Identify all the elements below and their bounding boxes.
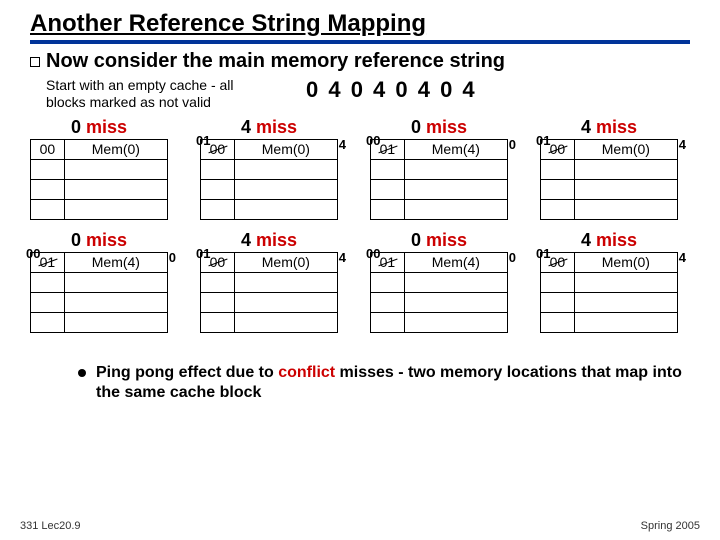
cache-table: 01 Mem(4) (370, 139, 508, 220)
cache-block: 0 miss 00 0 01 Mem(4) (370, 252, 508, 333)
cache-block: 0 miss 00 0 01 Mem(4) (370, 139, 508, 220)
miss-label: miss (256, 117, 297, 137)
new-tag-ann: 01 (196, 246, 210, 261)
data-cell: Mem(4) (404, 252, 507, 272)
cache-header: 0 miss (30, 230, 168, 251)
sub-line: Start with an empty cache - all blocks m… (46, 77, 276, 111)
cache-block: 0 miss 00 Mem(0) (30, 139, 168, 220)
cache-header: 4 miss (200, 117, 338, 138)
new-idx-ann: 4 (339, 137, 346, 152)
new-idx-ann: 4 (679, 250, 686, 265)
cache-block: 4 miss 01 4 00 Mem(0) (200, 139, 338, 220)
cache-table: 00 Mem(0) (540, 139, 678, 220)
new-tag-ann: 01 (196, 133, 210, 148)
access-num: 4 (241, 117, 251, 137)
cache-table: 01 Mem(4) (370, 252, 508, 333)
tag-cell: 00 (31, 139, 65, 159)
new-idx-ann: 0 (509, 137, 516, 152)
cache-table: 01 Mem(4) (30, 252, 168, 333)
cache-header: 0 miss (30, 117, 168, 138)
cache-block: 4 miss 01 4 00 Mem(0) (540, 252, 678, 333)
cache-block: 0 miss 00 0 01 Mem(4) (30, 252, 168, 333)
cache-table: 00 Mem(0) (200, 252, 338, 333)
cache-row-b: 0 miss 00 0 01 Mem(4) 4 miss 01 4 00 (30, 252, 690, 333)
cache-table: 00 Mem(0) (30, 139, 168, 220)
new-tag-ann: 00 (366, 133, 380, 148)
cache-header: 0 miss (370, 117, 508, 138)
miss-label: miss (86, 117, 127, 137)
new-idx-ann: 0 (509, 250, 516, 265)
main-line: Now consider the main memory reference s… (46, 50, 505, 73)
data-cell: Mem(0) (234, 139, 337, 159)
access-num: 4 (581, 117, 591, 137)
slide-footer: 331 Lec20.9 Spring 2005 (20, 520, 700, 532)
miss-label: miss (256, 230, 297, 250)
access-num: 4 (581, 230, 591, 250)
new-idx-ann: 0 (169, 250, 176, 265)
new-tag-ann: 01 (536, 246, 550, 261)
miss-label: miss (596, 230, 637, 250)
reference-string: 0 4 0 4 0 4 0 4 (306, 77, 477, 103)
new-tag-ann: 01 (536, 133, 550, 148)
new-idx-ann: 4 (339, 250, 346, 265)
new-tag-ann: 00 (366, 246, 380, 261)
access-num: 0 (71, 117, 81, 137)
access-num: 0 (411, 230, 421, 250)
footer-left: 331 Lec20.9 (20, 520, 81, 532)
slide-title: Another Reference String Mapping (30, 10, 690, 44)
access-num: 0 (411, 117, 421, 137)
cache-header: 4 miss (200, 230, 338, 251)
access-num: 4 (241, 230, 251, 250)
data-cell: Mem(0) (64, 139, 167, 159)
cache-block: 4 miss 01 4 00 Mem(0) (200, 252, 338, 333)
access-num: 0 (71, 230, 81, 250)
cache-block: 4 miss 01 4 00 Mem(0) (540, 139, 678, 220)
data-cell: Mem(4) (404, 139, 507, 159)
square-bullet-icon (30, 57, 40, 67)
footnote: Ping pong effect due to conflict misses … (78, 363, 690, 403)
cache-header: 4 miss (540, 230, 678, 251)
conflict-word: conflict (278, 364, 335, 381)
miss-label: miss (426, 230, 467, 250)
data-cell: Mem(0) (574, 252, 677, 272)
footnote-text: Ping pong effect due to conflict misses … (96, 363, 690, 403)
miss-label: miss (596, 117, 637, 137)
data-cell: Mem(0) (234, 252, 337, 272)
new-tag-ann: 00 (26, 246, 40, 261)
cache-header: 0 miss (370, 230, 508, 251)
cache-table: 00 Mem(0) (540, 252, 678, 333)
cache-header: 4 miss (540, 117, 678, 138)
miss-label: miss (426, 117, 467, 137)
round-bullet-icon (78, 369, 86, 377)
miss-label: miss (86, 230, 127, 250)
cache-row-a: 0 miss 00 Mem(0) 4 miss 01 4 00 Mem(0) (30, 139, 690, 220)
cache-table: 00 Mem(0) (200, 139, 338, 220)
new-idx-ann: 4 (679, 137, 686, 152)
footer-right: Spring 2005 (641, 520, 700, 532)
data-cell: Mem(4) (64, 252, 167, 272)
data-cell: Mem(0) (574, 139, 677, 159)
